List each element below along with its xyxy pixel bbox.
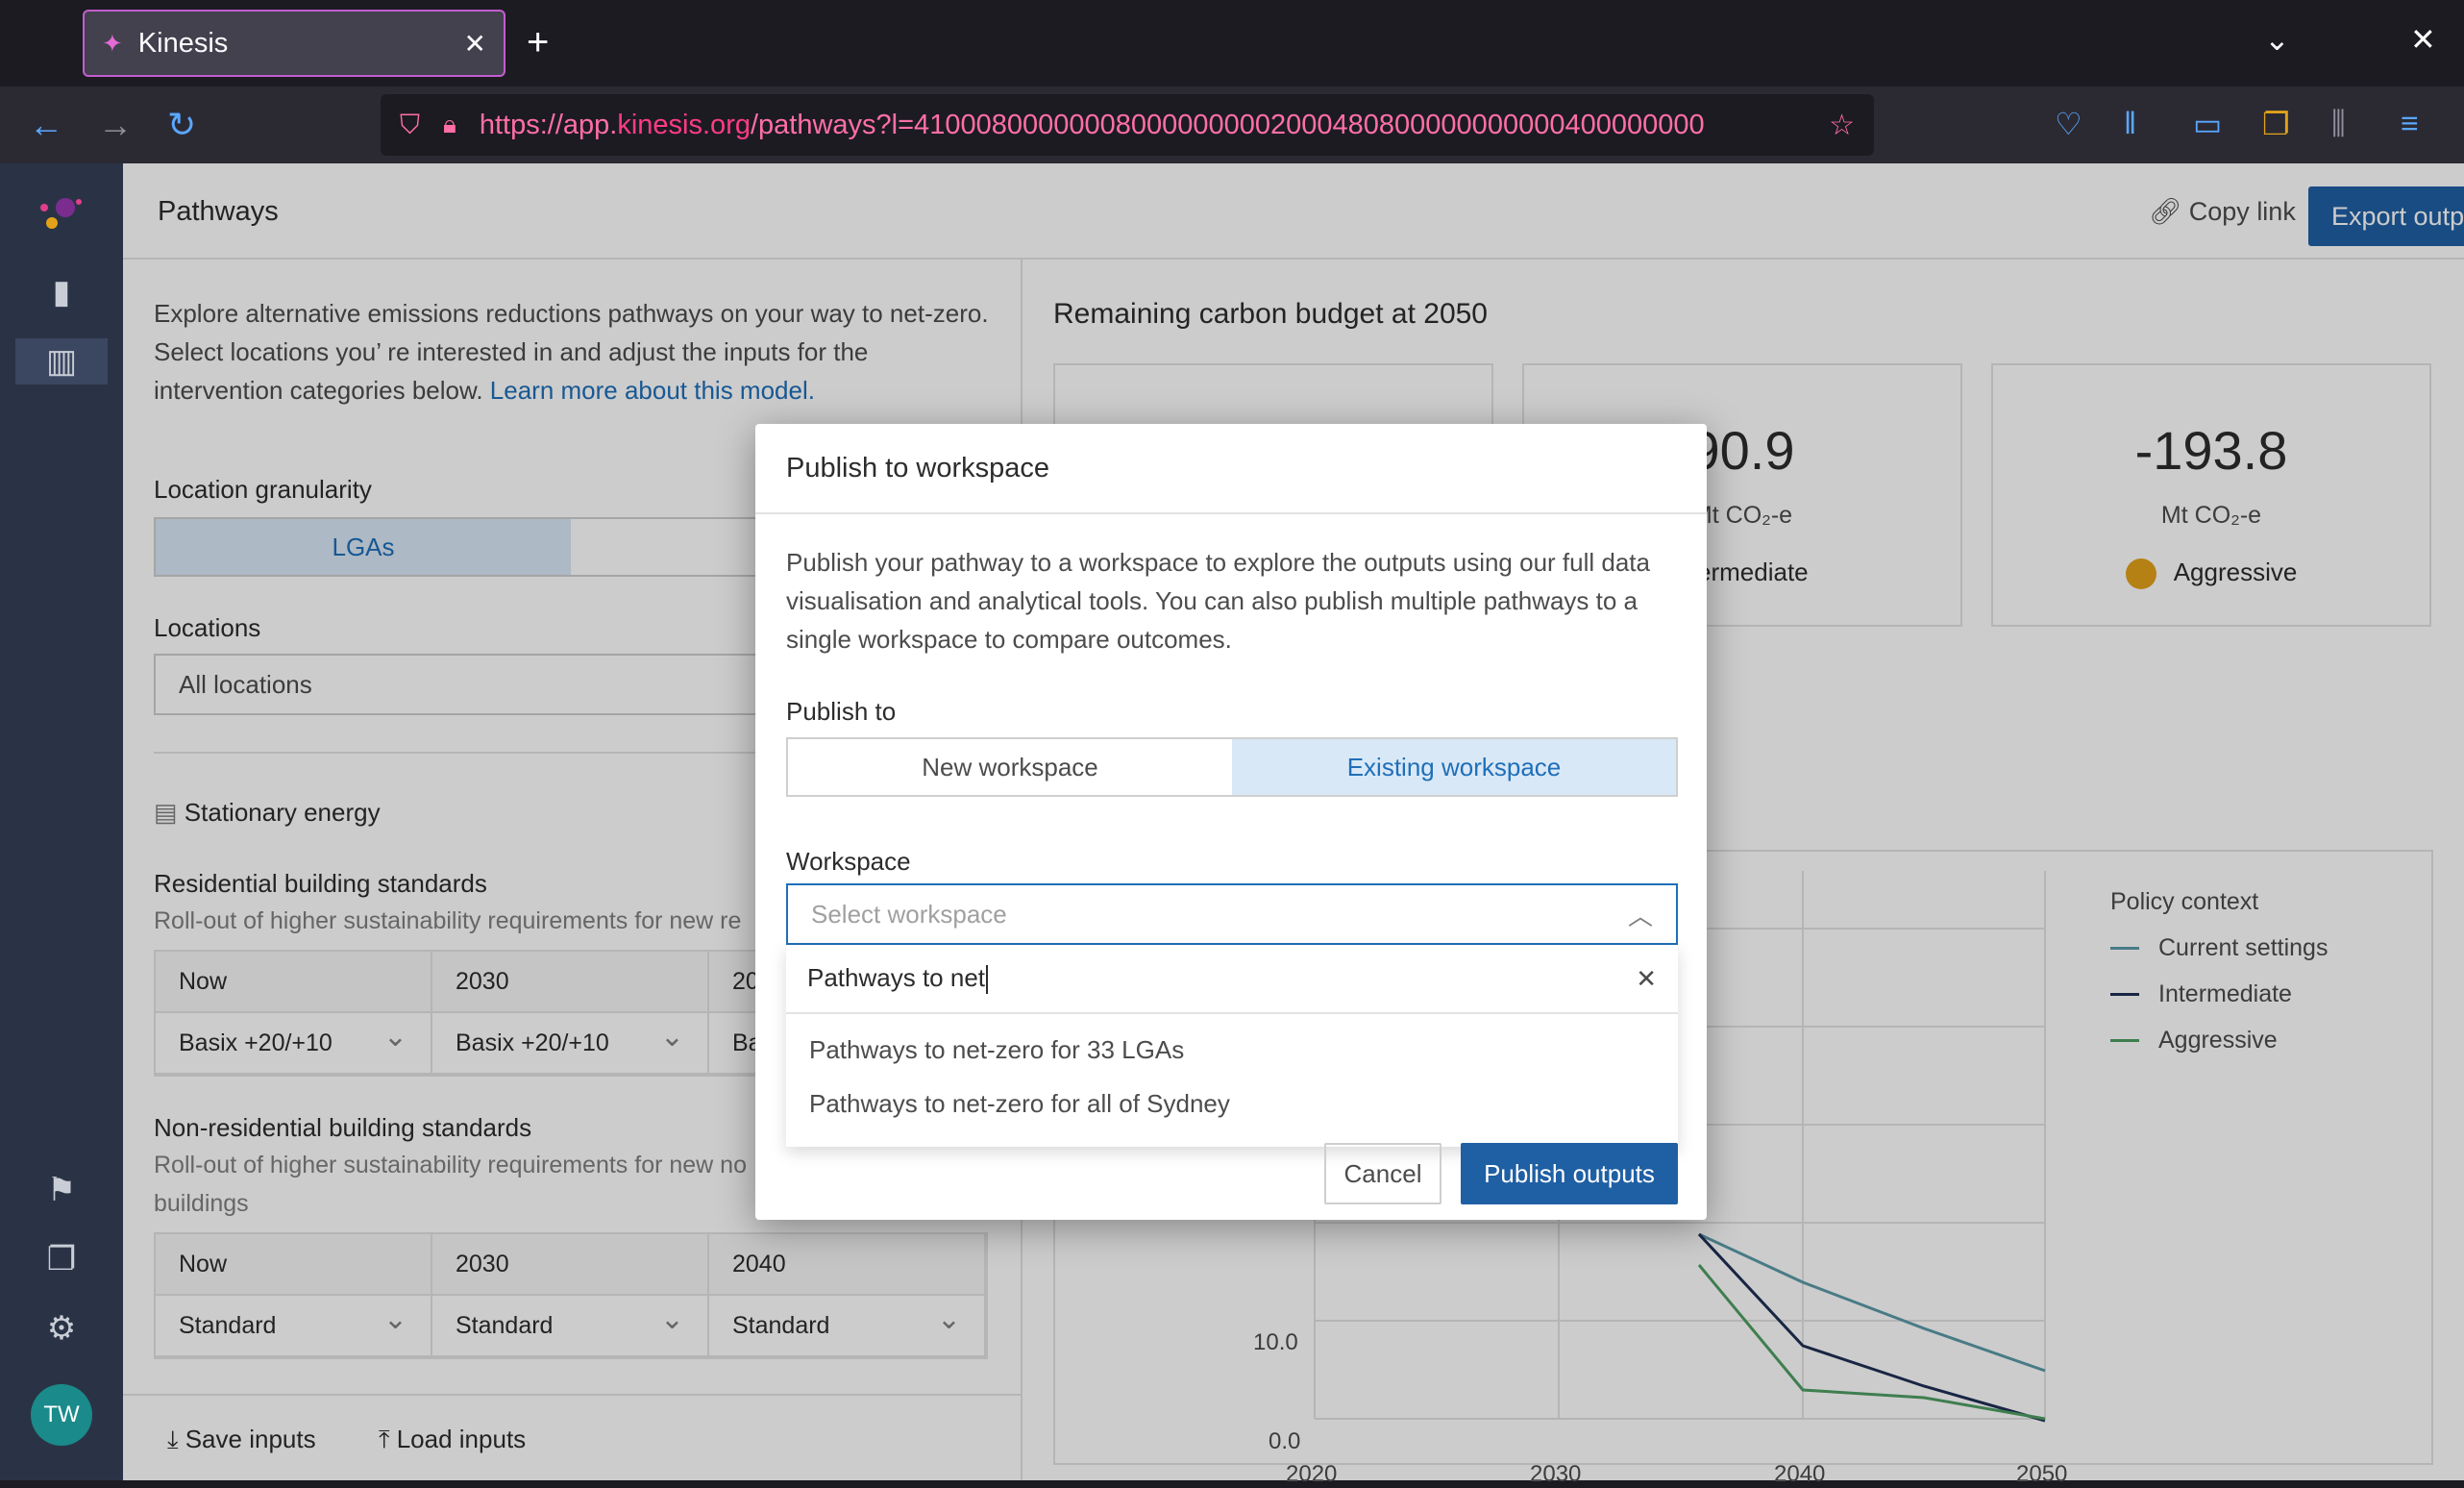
workspace-label: Workspace xyxy=(786,847,911,876)
menu-icon[interactable]: ≡ xyxy=(2401,106,2419,141)
reload-icon[interactable]: ↻ xyxy=(167,104,196,146)
chevron-up-icon: ︿ xyxy=(1627,901,1653,930)
url-text[interactable]: https://app.kinesis.org/pathways?l=41000… xyxy=(480,110,1829,141)
clear-icon[interactable]: ✕ xyxy=(1636,964,1657,994)
tab-list-icon[interactable]: ⌄ xyxy=(2264,21,2290,58)
back-icon[interactable]: ← xyxy=(29,104,63,146)
dropdown-option[interactable]: Pathways to net-zero for all of Sydney xyxy=(809,1089,1230,1119)
kinesis-logo-icon[interactable] xyxy=(38,188,85,235)
extension-icon[interactable]: ❐ xyxy=(2262,106,2290,142)
settings-gear-icon[interactable]: ⚙ xyxy=(38,1305,85,1352)
app-sidebar: ▮ ▥ ⚑ ❐ ⚙ TW xyxy=(0,163,123,1480)
workspace-placeholder: Select workspace xyxy=(811,899,1007,929)
modal-description: Publish your pathway to a workspace to e… xyxy=(786,548,1650,654)
kinesis-favicon-icon: ✦ xyxy=(102,28,123,58)
workspace-search-input[interactable]: Pathways to net ✕ xyxy=(786,945,1678,1014)
copy-icon[interactable]: ❐ xyxy=(38,1236,85,1282)
browser-tab[interactable]: ✦ Kinesis ✕ xyxy=(83,10,505,77)
extension-grid-icon[interactable]: ⫼ xyxy=(2331,106,2346,142)
divider xyxy=(755,512,1707,514)
workspace-dropdown: Pathways to net ✕ Pathways to net-zero f… xyxy=(786,945,1678,1147)
option-existing-workspace[interactable]: Existing workspace xyxy=(1232,739,1676,795)
url-bar[interactable]: ⛉ 🔒︎ https://app.kinesis.org/pathways?l=… xyxy=(381,94,1874,156)
cancel-button[interactable]: Cancel xyxy=(1324,1143,1441,1204)
publish-to-label: Publish to xyxy=(786,697,897,726)
publish-modal: Publish to workspace Publish your pathwa… xyxy=(755,424,1707,1220)
browser-navbar: ← → ↻ ⛉ 🔒︎ https://app.kinesis.org/pathw… xyxy=(0,87,2464,163)
bookmark-star-icon[interactable]: ☆ xyxy=(1829,109,1855,142)
pathways-chart-icon[interactable]: ▥ xyxy=(15,338,108,384)
sidebar-toggle-icon[interactable]: ▭ xyxy=(2193,106,2222,142)
browser-titlebar: ✦ Kinesis ✕ + ⌄ ✕ xyxy=(0,0,2464,87)
publish-outputs-button[interactable]: Publish outputs xyxy=(1461,1143,1678,1204)
new-tab-icon[interactable]: + xyxy=(527,21,549,63)
window-close-icon[interactable]: ✕ xyxy=(2410,21,2436,58)
flag-icon[interactable]: ⚑ xyxy=(38,1167,85,1213)
map-icon[interactable]: ▮ xyxy=(38,269,85,315)
search-value: Pathways to net xyxy=(807,962,985,992)
tab-title: Kinesis xyxy=(137,27,229,59)
tab-close-icon[interactable]: ✕ xyxy=(464,28,486,60)
workspace-select[interactable]: Select workspace ︿ xyxy=(786,883,1678,945)
shield-icon[interactable]: ⛉ xyxy=(400,110,420,141)
option-new-workspace[interactable]: New workspace xyxy=(788,739,1232,795)
forward-icon[interactable]: → xyxy=(98,104,133,146)
user-avatar[interactable]: TW xyxy=(31,1384,92,1446)
pocket-icon[interactable]: ♡ xyxy=(2055,106,2082,142)
library-icon[interactable]: ‖ xyxy=(2124,106,2136,141)
lock-icon[interactable]: 🔒︎ xyxy=(443,110,456,140)
modal-title: Publish to workspace xyxy=(786,453,1050,484)
dropdown-option[interactable]: Pathways to net-zero for 33 LGAs xyxy=(809,1035,1184,1065)
publish-to-toggle: New workspace Existing workspace xyxy=(786,737,1678,797)
workspace-field: Workspace Select workspace ︿ Pathways to… xyxy=(775,835,1689,1153)
